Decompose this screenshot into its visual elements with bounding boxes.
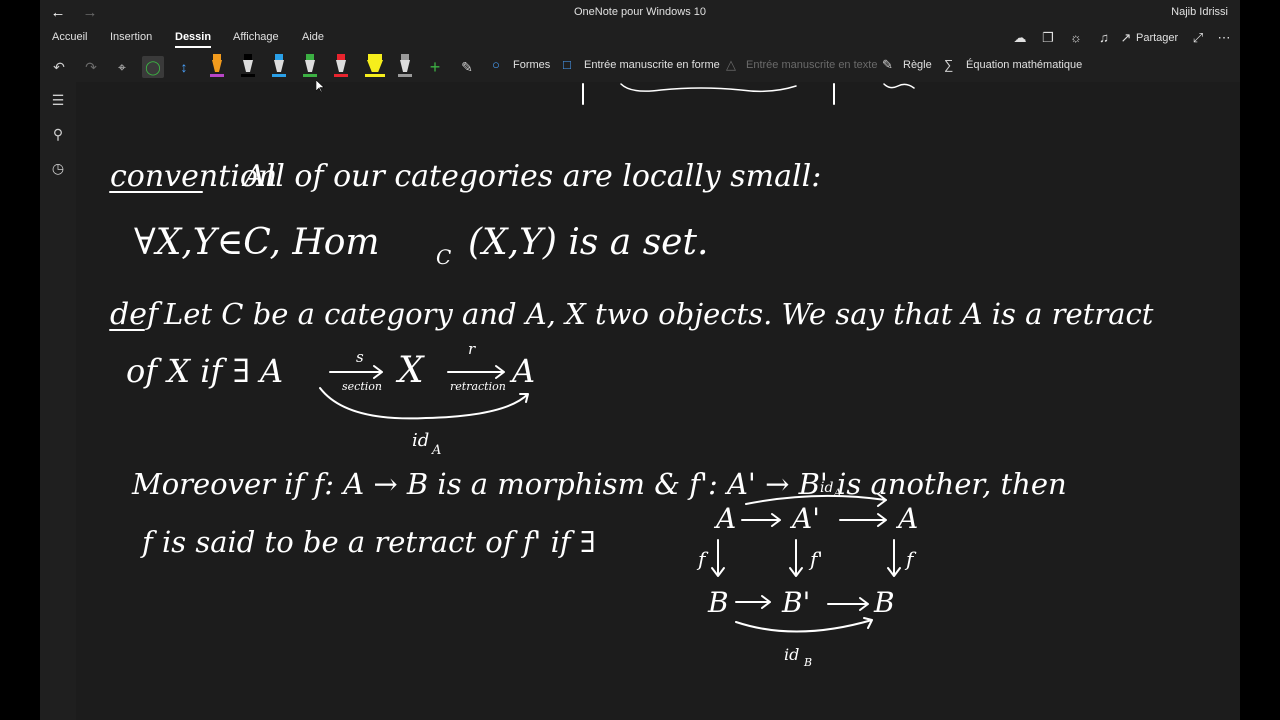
note-line-4-x: X bbox=[395, 350, 425, 391]
loop-id-label: id bbox=[412, 430, 429, 451]
diagram-top-loop: id bbox=[820, 480, 833, 496]
diagram-bottom-3: B bbox=[873, 586, 895, 619]
ink-to-shape-button[interactable]: Entrée manuscrite en forme bbox=[584, 59, 720, 71]
diagram-bottom-2: B' bbox=[781, 586, 810, 619]
left-nav: ☰ ⚲ ◷ bbox=[40, 82, 76, 720]
tab-accueil[interactable]: Accueil bbox=[52, 31, 87, 43]
note-line-2-sub: C bbox=[436, 245, 451, 269]
diagram-vert-3: f bbox=[904, 547, 917, 571]
pen-green[interactable] bbox=[303, 54, 317, 78]
arrow-retraction-top: r bbox=[468, 340, 476, 358]
diagram-top-1: A bbox=[713, 502, 736, 535]
ink-to-text-icon[interactable]: △ bbox=[726, 57, 736, 73]
ink-to-shape-icon[interactable]: □ bbox=[563, 57, 571, 72]
pen-highlighter-yellow[interactable] bbox=[365, 54, 385, 78]
undo-icon[interactable]: ↶ bbox=[48, 56, 70, 78]
lasso-text-select-icon[interactable]: ⌖ bbox=[111, 56, 133, 78]
loop-id-sub: A bbox=[431, 443, 441, 458]
tab-aide[interactable]: Aide bbox=[302, 31, 324, 43]
pen-blue[interactable] bbox=[272, 54, 286, 78]
note-line-2: ∀X,Y∈C, Hom bbox=[134, 222, 380, 263]
ink-to-text-button[interactable]: Entrée manuscrite en texte bbox=[746, 59, 877, 71]
add-space-icon[interactable]: ↕ bbox=[173, 56, 195, 78]
label-def: def bbox=[110, 297, 163, 332]
pen-red[interactable] bbox=[334, 54, 348, 78]
arrow-section-label: section bbox=[342, 380, 382, 393]
note-line-4: of X if ∃ A bbox=[126, 352, 283, 390]
ruler-icon[interactable]: ✎ bbox=[882, 57, 893, 73]
share-button[interactable]: Partager bbox=[1136, 32, 1178, 44]
note-line-3: Let C be a category and A, X two objects… bbox=[163, 297, 1154, 331]
arrow-section-top: s bbox=[356, 348, 364, 366]
diagram-top-loop-sub: A bbox=[833, 488, 841, 499]
shapes-icon[interactable]: ○ bbox=[492, 57, 500, 72]
ink-replay-icon[interactable]: ✎ bbox=[456, 56, 478, 78]
redo-icon[interactable]: ↷ bbox=[80, 56, 102, 78]
math-equation-button[interactable]: Équation mathématique bbox=[966, 59, 1082, 71]
pen-gray[interactable] bbox=[398, 54, 412, 78]
note-line-1: All of our categories are locally small: bbox=[241, 159, 821, 194]
diagram-bottom-1: B bbox=[707, 586, 729, 619]
fullscreen-icon[interactable]: ⤢ bbox=[1188, 28, 1208, 48]
search-icon[interactable]: ⚲ bbox=[48, 124, 68, 144]
onenote-window: ← → OneNote pour Windows 10 Najib Idriss… bbox=[0, 0, 1280, 720]
recent-clock-icon[interactable]: ◷ bbox=[48, 158, 68, 178]
pen-black[interactable] bbox=[241, 54, 255, 78]
user-name[interactable]: Najib Idrissi bbox=[1171, 6, 1228, 18]
diagram-bottom-loop-sub: B bbox=[803, 656, 812, 669]
note-canvas[interactable]: convention All of our categories are loc… bbox=[76, 82, 1240, 720]
title-bar: ← → OneNote pour Windows 10 Najib Idriss… bbox=[40, 0, 1240, 26]
pen-highlighter-orange[interactable] bbox=[210, 54, 224, 78]
note-line-4-end: A bbox=[509, 352, 535, 390]
diagram-top-2: A' bbox=[789, 502, 820, 535]
letterbox-left bbox=[0, 0, 40, 720]
ribbon-right-tools: ☁ ❐ ☼ ♫ ↗ Partager ⤢ ⋯ bbox=[1010, 28, 1240, 48]
lightbulb-icon[interactable]: ☼ bbox=[1066, 28, 1086, 48]
diagram-vert-1: f bbox=[696, 547, 709, 571]
share-icon[interactable]: ↗ bbox=[1116, 28, 1136, 48]
window-title: OneNote pour Windows 10 bbox=[573, 6, 707, 18]
arrow-retraction-label: retraction bbox=[450, 380, 506, 393]
diagram-bottom-loop: id bbox=[784, 645, 799, 664]
more-icon[interactable]: ⋯ bbox=[1214, 28, 1234, 48]
note-line-2-rest: (X,Y) is a set. bbox=[468, 222, 708, 263]
tab-dessin[interactable]: Dessin bbox=[175, 31, 212, 48]
tab-affichage[interactable]: Affichage bbox=[233, 31, 279, 43]
ribbon-tabs: Accueil Insertion Dessin Affichage Aide … bbox=[40, 26, 1240, 50]
note-line-6: f is said to be a retract of f' if ∃ bbox=[140, 525, 596, 559]
ink-layer: convention All of our categories are loc… bbox=[109, 83, 1154, 669]
note-line-5: Moreover if f: A → B is a morphism & f':… bbox=[131, 467, 1067, 501]
lasso-select-icon[interactable]: ◯ bbox=[142, 56, 164, 78]
pages-icon[interactable]: ❐ bbox=[1038, 28, 1058, 48]
diagram-vert-2: f' bbox=[808, 547, 823, 571]
sync-icon[interactable]: ☁ bbox=[1010, 28, 1030, 48]
add-pen-icon[interactable]: + bbox=[424, 56, 446, 78]
draw-toolbar: ↶ ↷ ⌖ ◯ ↕ + ✎ ○ Formes □ Entrée manuscri… bbox=[40, 50, 1240, 82]
bell-icon[interactable]: ♫ bbox=[1094, 28, 1114, 48]
commutative-diagram: id A A A' A f f' f B B' B id B bbox=[696, 480, 918, 669]
letterbox-right bbox=[1240, 0, 1280, 720]
tab-insertion[interactable]: Insertion bbox=[110, 31, 152, 43]
ruler-button[interactable]: Règle bbox=[903, 59, 932, 71]
mouse-cursor-icon bbox=[316, 80, 324, 92]
shapes-button[interactable]: Formes bbox=[513, 59, 550, 71]
diagram-top-3: A bbox=[895, 502, 918, 535]
math-icon[interactable]: ∑ bbox=[944, 57, 953, 72]
notebooks-icon[interactable]: ☰ bbox=[48, 90, 68, 110]
